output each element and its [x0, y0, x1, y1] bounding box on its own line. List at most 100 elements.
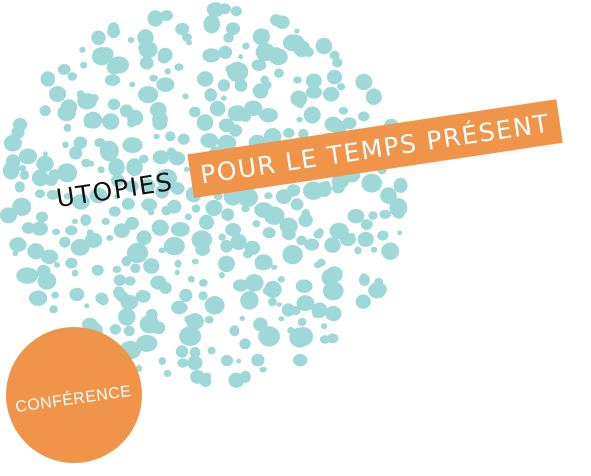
dot-icon	[158, 247, 166, 254]
dot-icon	[217, 79, 231, 92]
title-word: UTOPIES	[54, 166, 176, 214]
dot-icon	[319, 335, 331, 344]
dot-icon	[293, 76, 302, 84]
dot-icon	[84, 303, 90, 309]
dot-icon	[252, 28, 270, 46]
dot-icon	[113, 223, 130, 239]
dot-icon	[277, 276, 285, 283]
dot-icon	[71, 269, 79, 277]
dot-icon	[65, 257, 78, 269]
dot-icon	[123, 325, 135, 337]
dot-icon	[149, 74, 158, 82]
dot-icon	[186, 332, 201, 344]
dot-icon	[381, 242, 400, 260]
conference-badge: CONFÉRENCE	[6, 327, 142, 463]
dot-icon	[98, 295, 109, 306]
dot-icon	[163, 236, 185, 256]
dot-icon	[124, 276, 136, 286]
dot-icon	[204, 296, 225, 315]
dot-icon	[268, 297, 277, 307]
dot-icon	[218, 45, 233, 59]
dot-icon	[35, 211, 49, 223]
conference-badge-label: CONFÉRENCE	[14, 382, 134, 417]
dot-icon	[290, 198, 304, 211]
dot-icon	[174, 269, 180, 276]
dot-icon	[298, 213, 313, 227]
dot-icon	[258, 326, 280, 347]
dot-icon	[226, 61, 249, 82]
dot-icon	[242, 249, 253, 259]
dot-icon	[79, 46, 86, 53]
dot-icon	[355, 294, 371, 309]
dot-icon	[116, 291, 129, 302]
dot-icon	[295, 279, 313, 294]
dot-icon	[293, 353, 308, 367]
dot-icon	[221, 208, 235, 221]
dot-icon	[230, 233, 247, 251]
dot-icon	[151, 321, 166, 335]
dot-icon	[179, 288, 193, 302]
dot-icon	[19, 170, 30, 180]
dot-icon	[12, 117, 28, 132]
dot-icon	[268, 47, 284, 63]
dot-icon	[282, 228, 296, 241]
dot-icon	[177, 358, 189, 368]
dot-icon	[28, 290, 48, 306]
dot-icon	[143, 258, 160, 274]
dot-icon	[186, 40, 193, 46]
dot-icon	[218, 255, 235, 273]
dot-icon	[393, 177, 408, 193]
dot-icon	[207, 346, 216, 355]
dot-icon	[5, 154, 21, 170]
dot-icon	[35, 189, 45, 198]
dot-icon	[262, 286, 273, 296]
dot-icon	[91, 30, 106, 46]
dot-icon	[80, 61, 88, 69]
dot-icon	[278, 316, 285, 322]
dot-icon	[127, 36, 135, 44]
dot-icon	[163, 369, 172, 378]
dot-icon	[320, 323, 328, 330]
dot-icon	[31, 169, 49, 187]
dot-icon	[241, 205, 250, 213]
dot-icon	[160, 10, 173, 21]
dot-icon	[40, 71, 56, 87]
dot-icon	[69, 287, 85, 301]
dot-icon	[370, 246, 378, 253]
dot-icon	[239, 316, 246, 321]
dot-icon	[347, 209, 365, 224]
dot-icon	[161, 205, 172, 216]
dot-icon	[270, 264, 278, 270]
dot-icon	[331, 182, 345, 194]
dot-icon	[317, 181, 332, 197]
dot-icon	[27, 243, 45, 260]
dot-icon	[60, 99, 78, 115]
dot-icon	[157, 52, 170, 64]
dot-icon	[0, 207, 17, 224]
dot-icon	[324, 237, 341, 253]
dot-icon	[21, 222, 35, 234]
dot-icon	[313, 261, 322, 269]
dot-icon	[182, 93, 189, 100]
dot-icon	[158, 357, 166, 365]
dot-icon	[230, 6, 242, 17]
dot-icon	[112, 265, 122, 274]
dot-icon	[304, 238, 320, 251]
dot-icon	[238, 54, 244, 60]
dot-icon	[218, 3, 231, 14]
dot-icon	[139, 56, 154, 70]
dot-icon	[274, 68, 284, 78]
dot-icon	[16, 267, 39, 284]
dot-icon	[151, 219, 169, 236]
dot-icon	[262, 227, 276, 239]
dot-icon	[315, 37, 333, 55]
dot-icon	[195, 243, 211, 256]
dot-icon	[274, 15, 290, 29]
dot-icon	[53, 261, 61, 268]
dot-icon	[174, 63, 184, 71]
dot-icon	[65, 225, 78, 236]
dot-icon	[101, 217, 110, 226]
dot-icon	[150, 275, 167, 290]
dot-icon	[156, 77, 175, 92]
dot-icon	[138, 86, 159, 104]
